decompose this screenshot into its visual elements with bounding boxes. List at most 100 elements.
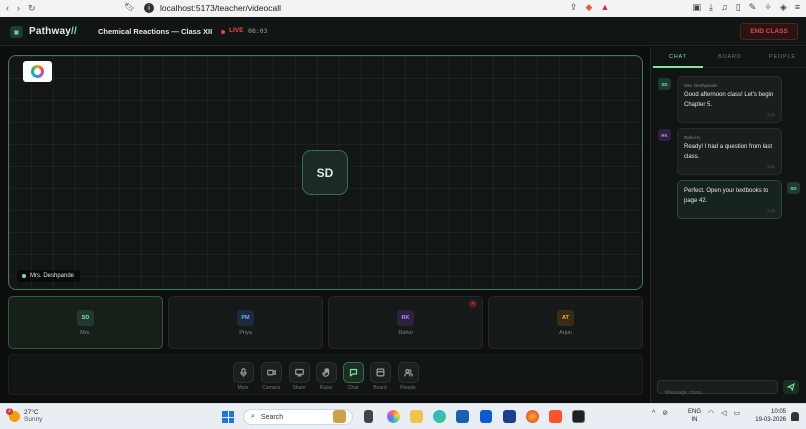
main-video-stage: SD Mrs. Deshpande xyxy=(8,55,643,290)
message-input[interactable] xyxy=(658,387,777,399)
participant-avatar: RK xyxy=(397,310,414,326)
search-highlight-icon xyxy=(333,410,346,423)
brand-accent: // xyxy=(70,26,77,37)
browser-toolbar: ‹ › ↻ 🔖︎ i localhost:5173/teacher/videoc… xyxy=(0,0,806,17)
participant-name: Priya xyxy=(239,330,252,336)
sun-icon: 2 xyxy=(6,407,20,422)
browser-actions: ▣ ⤓ ♫ ▯ ✎ ✧ ◈ ≡ xyxy=(693,2,800,13)
participant-avatar: AT xyxy=(557,310,574,326)
class-title: Chemical Reactions — Class XII xyxy=(98,27,213,36)
message-avatar: RK xyxy=(658,129,671,141)
start-icon[interactable] xyxy=(222,411,234,423)
vscode-icon[interactable] xyxy=(503,410,516,423)
search-label: Search xyxy=(260,413,284,421)
menu-icon[interactable]: ≡ xyxy=(795,2,800,13)
participant-avatar: SD xyxy=(77,310,94,326)
browser-nav: ‹ › ↻ xyxy=(6,3,50,14)
hand-icon xyxy=(315,362,337,383)
terminal-icon[interactable] xyxy=(572,410,585,423)
participant-tile[interactable]: AT Arjun xyxy=(488,296,643,349)
people-button[interactable]: People xyxy=(396,362,420,393)
chat-label: Chat xyxy=(347,385,359,391)
board-button[interactable]: Board xyxy=(368,362,392,393)
wallet-icon[interactable]: ◈ xyxy=(780,2,787,13)
share-page-icon[interactable]: ⇪ xyxy=(570,2,578,13)
firefox-icon[interactable] xyxy=(526,410,539,423)
weather-widget[interactable]: 2 27°C Sunny xyxy=(6,407,42,423)
extensions-icon[interactable]: ✎ xyxy=(749,2,757,13)
message-time: 2:31 xyxy=(767,164,775,169)
download-icon[interactable]: ⤓ xyxy=(709,2,713,13)
reload-icon[interactable]: ↻ xyxy=(28,3,36,14)
live-timer: 08:03 xyxy=(248,27,268,35)
app-logo-icon xyxy=(31,65,44,78)
chat-icon xyxy=(342,362,364,383)
tab-people[interactable]: PEOPLE xyxy=(769,54,796,60)
live-label: LIVE xyxy=(229,27,244,34)
store-icon[interactable] xyxy=(456,410,469,423)
camera-icon xyxy=(260,362,282,383)
send-button[interactable] xyxy=(783,380,799,394)
raise-hand-button[interactable]: Raise xyxy=(314,362,338,393)
message-text: Ready! I had a question from last class. xyxy=(684,144,773,160)
chat-message: Rahul K. Ready! I had a question from la… xyxy=(677,128,782,175)
url-text: localhost:5173/teacher/videocall xyxy=(160,3,281,13)
message-composer xyxy=(657,380,778,399)
share-label: Share xyxy=(292,385,306,391)
tab-search-icon[interactable]: ▣ xyxy=(693,2,702,13)
tab-board[interactable]: BOARD xyxy=(718,54,742,60)
weather-temperature: 27°C xyxy=(24,409,39,416)
site-info-icon[interactable]: i xyxy=(144,3,154,13)
task-view-icon[interactable] xyxy=(364,410,373,423)
back-icon[interactable]: ‹ xyxy=(6,3,9,14)
muted-icon: ✕ xyxy=(469,300,477,308)
taskbar: 2 27°C Sunny ⌕ Search ^ ⊘ ENG IN ◠ ◁ ▭ 1… xyxy=(0,403,806,429)
participant-tile[interactable]: ✕ RK Rahul xyxy=(328,296,483,349)
participant-name: Arjun xyxy=(559,330,572,336)
sidebar-icon[interactable]: ▯ xyxy=(736,2,741,13)
message-avatar: SD xyxy=(658,78,671,90)
file-explorer-icon[interactable] xyxy=(410,410,423,423)
brave-shield-icon[interactable]: ◆ xyxy=(586,2,593,13)
tab-chat[interactable]: CHAT xyxy=(669,54,687,60)
language-indicator[interactable]: ENG IN xyxy=(688,408,701,424)
brave-icon[interactable] xyxy=(549,410,562,423)
participant-tile[interactable]: SD Mrs. xyxy=(8,296,163,349)
battery-icon[interactable]: ▭ xyxy=(734,409,741,417)
camera-button[interactable]: Camera xyxy=(259,362,283,393)
call-controls: Mute Camera Share Raise Chat Board Peopl… xyxy=(8,354,643,395)
message-text: Perfect. Open your textbooks to page 42. xyxy=(684,188,769,204)
volume-icon[interactable]: ◁ xyxy=(721,409,726,417)
speaker-name-tag: Mrs. Deshpande xyxy=(17,270,81,282)
message-time: 2:31 xyxy=(767,112,775,117)
forward-icon[interactable]: › xyxy=(17,3,20,14)
share-button[interactable]: Share xyxy=(287,362,311,393)
end-class-button[interactable]: END CLASS xyxy=(740,23,798,40)
participant-tile[interactable]: PM Priya xyxy=(168,296,323,349)
screen-share-thumbnail[interactable] xyxy=(23,61,52,82)
clock[interactable]: 10:05 19-03-2026 xyxy=(752,408,786,424)
bookmark-icon[interactable]: 🔖︎ xyxy=(124,2,135,13)
chat-button[interactable]: Chat xyxy=(341,362,365,393)
wifi-icon[interactable]: ◠ xyxy=(708,409,714,417)
brand-text: Pathway xyxy=(29,26,71,37)
screen: ‹ › ↻ 🔖︎ i localhost:5173/teacher/videoc… xyxy=(0,0,806,429)
browser-extensions: ⇪ ◆ ▲ xyxy=(570,2,609,13)
media-icon[interactable]: ♫ xyxy=(721,2,728,13)
leo-icon[interactable]: ✧ xyxy=(764,2,772,13)
notification-bell-icon[interactable] xyxy=(791,412,799,421)
monitor-icon xyxy=(288,362,310,383)
send-icon xyxy=(787,383,795,391)
location-off-icon[interactable]: ⊘ xyxy=(662,409,668,417)
dropbox-icon[interactable] xyxy=(480,410,492,423)
edge-icon[interactable] xyxy=(433,410,446,423)
region-code: IN xyxy=(691,417,698,423)
message-time: 2:32 xyxy=(767,208,775,213)
chevron-up-icon[interactable]: ^ xyxy=(652,410,655,417)
address-bar[interactable]: i localhost:5173/teacher/videocall xyxy=(144,1,614,15)
mute-button[interactable]: Mute xyxy=(231,362,255,393)
copilot-icon[interactable] xyxy=(387,410,400,423)
message-sender: Rahul K. xyxy=(684,135,702,140)
participant-name: Rahul xyxy=(398,330,413,336)
brave-rewards-icon[interactable]: ▲ xyxy=(600,2,609,13)
